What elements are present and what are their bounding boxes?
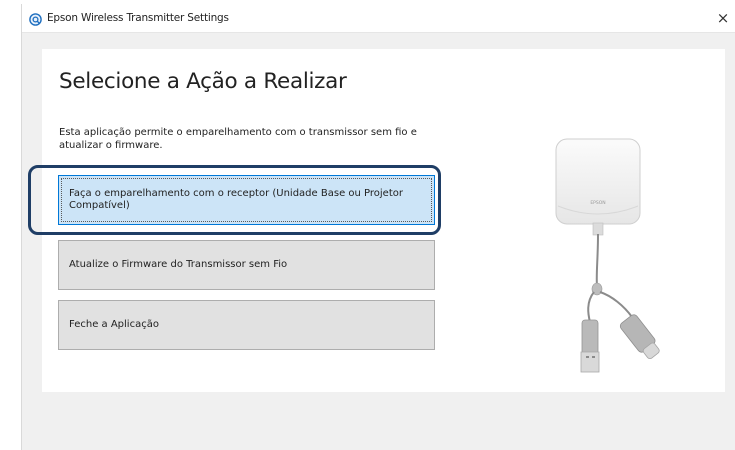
update-firmware-label: Atualize o Firmware do Transmissor sem F…: [69, 259, 288, 270]
page-title: Selecione a Ação a Realizar: [59, 69, 347, 94]
close-app-button[interactable]: Feche a Aplicação: [58, 300, 435, 350]
pair-receiver-button[interactable]: Faça o emparelhamento com o receptor (Un…: [58, 175, 435, 225]
title-bar: Epson Wireless Transmitter Settings ×: [22, 4, 735, 33]
description-text: Esta aplicação permite o emparelhamento …: [59, 127, 417, 151]
window-title: Epson Wireless Transmitter Settings: [47, 12, 229, 24]
close-icon: ×: [716, 8, 730, 27]
close-button[interactable]: ×: [710, 4, 735, 32]
app-window: Epson Wireless Transmitter Settings × Se…: [21, 4, 735, 450]
wireless-transmitter-illustration: EPSON: [552, 134, 735, 404]
update-firmware-button[interactable]: Atualize o Firmware do Transmissor sem F…: [58, 240, 435, 290]
epson-settings-icon: [29, 11, 42, 26]
device-brand-label: EPSON: [590, 200, 605, 206]
pair-receiver-label: Faça o emparelhamento com o receptor (Un…: [69, 188, 403, 211]
close-app-label: Feche a Aplicação: [69, 319, 159, 330]
content-panel: Selecione a Ação a Realizar Esta aplicaç…: [42, 49, 725, 392]
